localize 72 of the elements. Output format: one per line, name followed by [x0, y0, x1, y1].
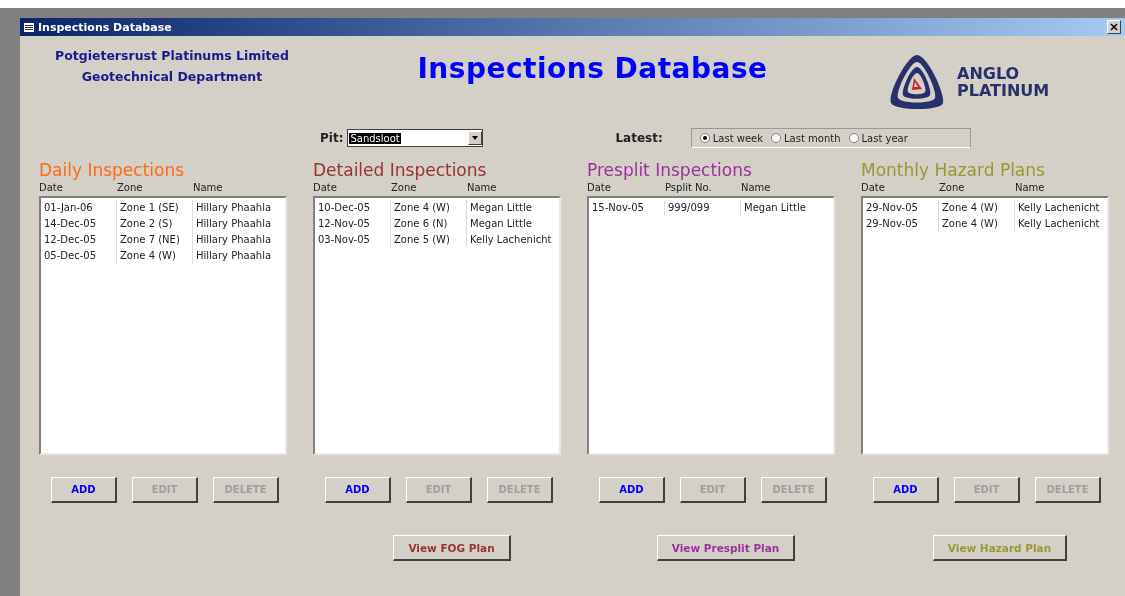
radio-button[interactable]: [771, 133, 782, 143]
list-cell[interactable]: Megan Little: [467, 200, 559, 216]
list-cell[interactable]: Zone 2 (S): [117, 216, 193, 232]
list-cell[interactable]: 12-Dec-05: [41, 232, 117, 248]
action-button[interactable]: ADD: [599, 477, 665, 503]
column-header: Date: [861, 182, 886, 195]
list-cell[interactable]: 01-Jan-06: [41, 200, 117, 216]
list-cell[interactable]: Hillary Phaahla: [193, 200, 285, 216]
dropdown-button[interactable]: [468, 131, 483, 145]
form-icon: [24, 22, 34, 32]
column-header: Zone: [939, 182, 966, 195]
column-header: Name: [1015, 182, 1046, 195]
radio-label[interactable]: Last week: [712, 132, 764, 144]
list-cell[interactable]: Zone 4 (W): [939, 216, 1015, 232]
latest-label: Latest:: [615, 131, 663, 145]
column-header: Name: [193, 182, 224, 195]
form-title: Inspections Database: [416, 51, 769, 87]
list-cell[interactable]: Hillary Phaahla: [193, 232, 285, 248]
list-cell[interactable]: 14-Dec-05: [41, 216, 117, 232]
section-title: Presplit Inspections: [587, 160, 753, 182]
department-name: Geotechnical Department: [81, 69, 263, 84]
radio-label[interactable]: Last year: [861, 132, 908, 144]
column-header: Date: [39, 182, 64, 195]
list-cell[interactable]: Hillary Phaahla: [193, 216, 285, 232]
list-cell[interactable]: Zone 1 (SE): [117, 200, 193, 216]
company-name: Potgietersrust Platinums Limited: [54, 48, 289, 63]
column-header: Zone: [391, 182, 418, 195]
column-header: Name: [741, 182, 772, 195]
caret-icon: [472, 136, 479, 140]
close-icon: [1110, 23, 1118, 31]
list-cell[interactable]: Megan Little: [741, 200, 833, 216]
action-button[interactable]: ADD: [51, 477, 117, 503]
list-cell[interactable]: Zone 4 (W): [391, 200, 467, 216]
list-cell[interactable]: 29-Nov-05: [863, 200, 939, 216]
logo-text: PLATINUM: [957, 82, 1050, 99]
list-cell[interactable]: Megan Little: [467, 216, 559, 232]
action-button[interactable]: ADD: [325, 477, 391, 503]
list-cell[interactable]: 999/099: [665, 200, 741, 216]
list-cell[interactable]: Zone 4 (W): [939, 200, 1015, 216]
section-title: Monthly Hazard Plans: [861, 160, 1046, 182]
list-cell[interactable]: Kelly Lachenicht: [467, 232, 559, 248]
view-plan-button[interactable]: View FOG Plan: [393, 535, 511, 561]
list-cell[interactable]: Zone 5 (W): [391, 232, 467, 248]
list-cell[interactable]: 29-Nov-05: [863, 216, 939, 232]
list-cell[interactable]: Zone 7 (NE): [117, 232, 193, 248]
column-header: Date: [587, 182, 612, 195]
pit-label: Pit:: [320, 131, 344, 145]
list-cell[interactable]: 12-Nov-05: [315, 216, 391, 232]
list-cell[interactable]: Hillary Phaahla: [193, 248, 285, 264]
view-plan-button[interactable]: View Presplit Plan: [656, 535, 796, 561]
list-cell[interactable]: Zone 4 (W): [117, 248, 193, 264]
section-title: Daily Inspections: [39, 160, 186, 182]
list-cell[interactable]: 15-Nov-05: [589, 200, 665, 216]
list-cell[interactable]: 10-Dec-05: [315, 200, 391, 216]
column-header: Date: [313, 182, 338, 195]
close-button[interactable]: [1107, 20, 1121, 34]
column-header: Psplit No.: [665, 182, 713, 195]
section-title: Detailed Inspections: [313, 160, 488, 182]
action-button[interactable]: ADD: [873, 477, 939, 503]
radio-button[interactable]: [699, 133, 710, 143]
column-header: Zone: [117, 182, 144, 195]
radio-label[interactable]: Last month: [784, 132, 841, 144]
logo-text: ANGLO: [957, 65, 1021, 82]
list-cell[interactable]: 03-Nov-05: [315, 232, 391, 248]
pit-dropdown[interactable]: Sandsloot: [347, 129, 484, 147]
list-cell[interactable]: Zone 6 (N): [391, 216, 467, 232]
list-cell[interactable]: 05-Dec-05: [41, 248, 117, 264]
column-header: Name: [467, 182, 498, 195]
window-title: Inspections Database: [38, 20, 173, 34]
radio-button[interactable]: [848, 133, 859, 143]
list-cell[interactable]: Kelly Lachenicht: [1015, 200, 1107, 216]
list-cell[interactable]: Kelly Lachenicht: [1015, 216, 1107, 232]
